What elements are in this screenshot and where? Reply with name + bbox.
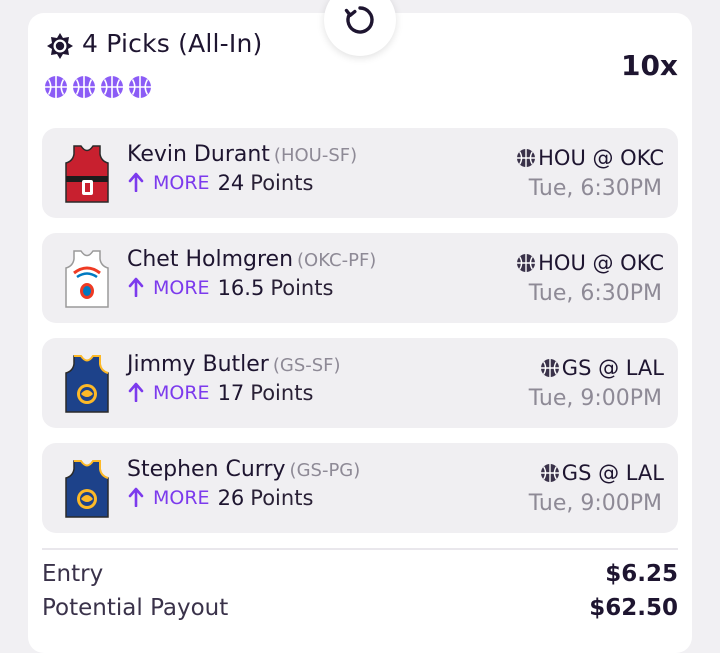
jersey-icon bbox=[65, 145, 109, 203]
entry-label: Entry bbox=[42, 561, 104, 587]
projection-value: 16.5 bbox=[217, 276, 265, 300]
matchup-label: HOU @ OKC bbox=[538, 146, 664, 170]
basketball-icon bbox=[129, 76, 151, 98]
direction-label: MORE bbox=[153, 487, 210, 509]
jersey-icon bbox=[65, 250, 109, 308]
pick-indicator-row bbox=[44, 75, 152, 99]
player-team-position: (GS-SF) bbox=[272, 355, 341, 376]
payout-value: $62.50 bbox=[589, 595, 678, 621]
lineup-title: 4 Picks (All-In) bbox=[82, 29, 263, 58]
matchup-label: HOU @ OKC bbox=[538, 251, 664, 275]
stat-metric: Points bbox=[270, 276, 334, 300]
payout-label: Potential Payout bbox=[42, 595, 229, 621]
player-team-position: (OKC-PF) bbox=[297, 250, 377, 271]
lineup-card bbox=[28, 13, 692, 653]
stat-metric: Points bbox=[250, 486, 314, 510]
arrow-up-icon bbox=[128, 487, 144, 507]
pick-card[interactable]: Kevin Durant (HOU-SF) MORE 24 Points HOU … bbox=[42, 128, 678, 218]
divider bbox=[42, 548, 678, 550]
direction-label: MORE bbox=[153, 382, 210, 404]
matchup-label: GS @ LAL bbox=[561, 356, 664, 380]
player-team-position: (HOU-SF) bbox=[273, 145, 358, 166]
stat-metric: Points bbox=[250, 381, 314, 405]
refresh-icon bbox=[344, 6, 374, 34]
player-name: Jimmy Butler bbox=[127, 352, 269, 377]
projection-value: 17 bbox=[217, 381, 245, 405]
stat-metric: Points bbox=[250, 171, 314, 195]
basketball-icon bbox=[540, 359, 559, 377]
arrow-up-icon bbox=[128, 382, 144, 402]
game-time: Tue, 6:30PM bbox=[528, 176, 662, 201]
projection-value: 26 bbox=[217, 486, 245, 510]
basketball-icon bbox=[517, 254, 536, 272]
pick-card[interactable]: Jimmy Butler (GS-SF) MORE 17 Points GS @ … bbox=[42, 338, 678, 428]
player-name: Kevin Durant bbox=[127, 142, 270, 167]
basketball-icon bbox=[517, 149, 536, 167]
player-name: Chet Holmgren bbox=[127, 247, 294, 272]
pick-card[interactable]: Stephen Curry (GS-PG) MORE 26 Points GS @… bbox=[42, 443, 678, 533]
basketball-icon bbox=[540, 464, 559, 482]
player-name: Stephen Curry bbox=[127, 457, 286, 482]
projection-value: 24 bbox=[217, 171, 245, 195]
direction-label: MORE bbox=[153, 277, 210, 299]
pick-card[interactable]: Chet Holmgren (OKC-PF) MORE 16.5 Points H… bbox=[42, 233, 678, 323]
player-team-position: (GS-PG) bbox=[289, 460, 361, 481]
arrow-up-icon bbox=[128, 277, 144, 297]
gear-sun-icon bbox=[47, 33, 73, 59]
jersey-icon bbox=[65, 355, 109, 413]
direction-label: MORE bbox=[153, 172, 210, 194]
game-time: Tue, 6:30PM bbox=[528, 281, 662, 306]
entry-value: $6.25 bbox=[605, 561, 678, 587]
basketball-icon bbox=[45, 76, 67, 98]
game-time: Tue, 9:00PM bbox=[528, 386, 662, 411]
basketball-icon bbox=[73, 76, 95, 98]
jersey-icon bbox=[65, 460, 109, 518]
arrow-up-icon bbox=[128, 172, 144, 192]
payout-multiplier: 10x bbox=[620, 49, 678, 82]
matchup-label: GS @ LAL bbox=[561, 461, 664, 485]
game-time: Tue, 9:00PM bbox=[528, 491, 662, 516]
basketball-icon bbox=[101, 76, 123, 98]
